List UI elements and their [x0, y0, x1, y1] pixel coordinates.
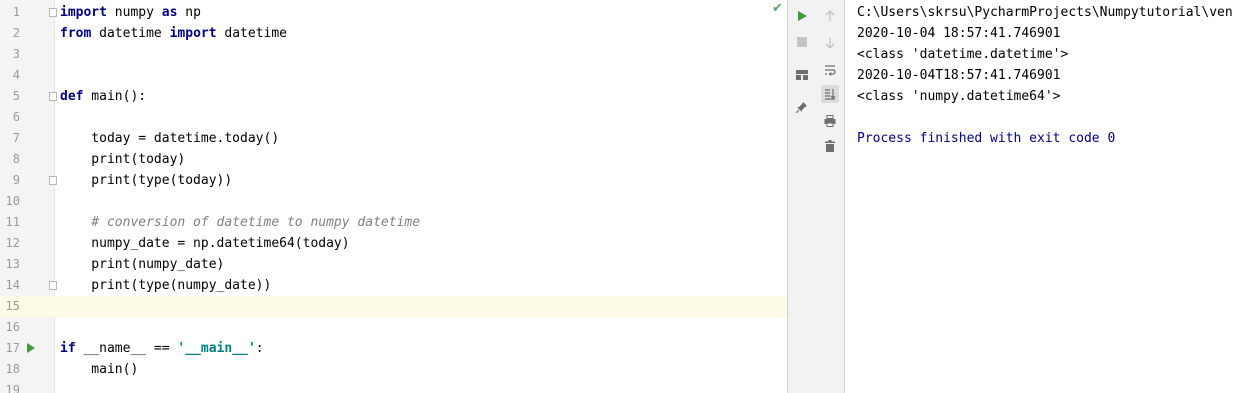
arrow-down-icon[interactable] [821, 34, 839, 52]
line-number: 7 [12, 131, 20, 145]
line-number: 6 [12, 110, 20, 124]
code-token: main() [60, 362, 139, 377]
line-number: 2 [12, 26, 20, 40]
line-number: 17 [5, 341, 20, 355]
code-keyword: from [60, 26, 92, 41]
code-comment: # conversion of datetime to numpy dateti… [60, 215, 421, 230]
scroll-to-end-icon[interactable] [821, 85, 839, 103]
line-number: 3 [12, 47, 20, 61]
code-text: today = datetime.today() [60, 128, 279, 149]
arrow-up-icon[interactable] [821, 7, 839, 25]
console-output-line: <class 'numpy.datetime64'> [857, 89, 1061, 104]
code-line[interactable]: 16 [0, 317, 787, 338]
pin-icon[interactable] [793, 98, 811, 116]
trash-icon[interactable] [821, 137, 839, 155]
code-token: np [177, 5, 201, 20]
fold-marker-icon[interactable] [49, 176, 57, 185]
code-token: numpy [106, 5, 162, 20]
print-icon[interactable] [821, 112, 839, 130]
code-text: print(type(today)) [60, 170, 232, 191]
line-number: 13 [5, 257, 20, 271]
line-number: 19 [5, 383, 20, 393]
code-token: : [255, 341, 264, 356]
run-console[interactable]: C:\Users\skrsu\PycharmProjects\Numpytuto… [845, 0, 1241, 393]
code-token: __name__ == [75, 341, 178, 356]
console-output-line: C:\Users\skrsu\PycharmProjects\Numpytuto… [857, 5, 1233, 20]
console-output-line: 2020-10-04 18:57:41.746901 [857, 26, 1061, 41]
gutter-run-icon[interactable] [27, 343, 35, 353]
code-token: numpy_date = np.datetime64(today) [60, 236, 350, 251]
code-line[interactable]: 12 numpy_date = np.datetime64(today) [0, 233, 787, 254]
code-line[interactable]: 2 from datetime import datetime [0, 23, 787, 44]
line-number: 5 [12, 89, 20, 103]
code-keyword: def [60, 89, 84, 104]
code-line[interactable]: 7 today = datetime.today() [0, 128, 787, 149]
code-line[interactable]: 15 [0, 296, 787, 317]
checkmark-icon: ✔ [772, 1, 783, 16]
code-text: from datetime import datetime [60, 23, 287, 44]
line-number: 8 [12, 152, 20, 166]
code-token: print(today) [60, 152, 186, 167]
soft-wrap-icon[interactable] [821, 61, 839, 79]
code-line[interactable]: 3 [0, 44, 787, 65]
code-line[interactable]: 14 print(type(numpy_date)) [0, 275, 787, 296]
code-line[interactable]: 8 print(today) [0, 149, 787, 170]
code-line[interactable]: 17 if __name__ == '__main__': [0, 338, 787, 359]
run-toolbar-right [817, 0, 845, 393]
console-output-line: 2020-10-04T18:57:41.746901 [857, 68, 1061, 83]
code-line[interactable]: 9 print(type(today)) [0, 170, 787, 191]
run-toolbar-left [787, 0, 818, 393]
stop-icon[interactable] [793, 33, 811, 51]
line-number: 14 [5, 278, 20, 292]
code-line[interactable]: 10 [0, 191, 787, 212]
code-text: main() [60, 359, 138, 380]
code-token: datetime [216, 26, 288, 41]
code-text: numpy_date = np.datetime64(today) [60, 233, 350, 254]
console-output-line: <class 'datetime.datetime'> [857, 47, 1069, 62]
code-token: main(): [83, 89, 147, 104]
code-token: print(type(today)) [60, 173, 233, 188]
code-line[interactable]: 13 print(numpy_date) [0, 254, 787, 275]
fold-marker-icon[interactable] [49, 8, 57, 17]
code-keyword: as [161, 5, 178, 20]
code-text: import numpy as np [60, 2, 201, 23]
code-string: '__main__' [177, 341, 256, 356]
code-line[interactable]: 19 [0, 380, 787, 393]
line-number: 10 [5, 194, 20, 208]
fold-marker-icon[interactable] [49, 281, 57, 290]
code-token: today = datetime.today() [60, 131, 280, 146]
line-number: 18 [5, 362, 20, 376]
run-icon[interactable] [793, 7, 811, 25]
code-line[interactable]: 18 main() [0, 359, 787, 380]
line-number: 11 [5, 215, 20, 229]
line-number: 1 [12, 5, 20, 19]
code-keyword: import [169, 26, 217, 41]
line-number: 16 [5, 320, 20, 334]
code-editor[interactable]: 1 import numpy as np 2 from datetime import… [0, 0, 787, 393]
code-line[interactable]: 1 import numpy as np [0, 2, 787, 23]
fold-marker-icon[interactable] [49, 92, 57, 101]
code-text: def main(): [60, 86, 146, 107]
code-line[interactable]: 11 # conversion of datetime to numpy dat… [0, 212, 787, 233]
code-text: print(numpy_date) [60, 254, 224, 275]
layout-icon[interactable] [793, 66, 811, 84]
code-keyword: import [60, 5, 107, 20]
code-token: datetime [91, 26, 170, 41]
code-line[interactable]: 4 [0, 65, 787, 86]
code-token: print(type(numpy_date)) [60, 278, 272, 293]
code-token: print(numpy_date) [60, 257, 225, 272]
line-number: 12 [5, 236, 20, 250]
code-line[interactable]: 5 def main(): [0, 86, 787, 107]
code-text: # conversion of datetime to numpy dateti… [60, 212, 420, 233]
code-text: if __name__ == '__main__': [60, 338, 264, 359]
code-keyword: if [60, 341, 76, 356]
line-number: 4 [12, 68, 20, 82]
exit-status-line: Process finished with exit code 0 [857, 131, 1116, 146]
code-line[interactable]: 6 [0, 107, 787, 128]
line-number: 9 [12, 173, 20, 187]
code-text: print(today) [60, 149, 185, 170]
line-number: 15 [5, 299, 20, 313]
code-text: print(type(numpy_date)) [60, 275, 271, 296]
